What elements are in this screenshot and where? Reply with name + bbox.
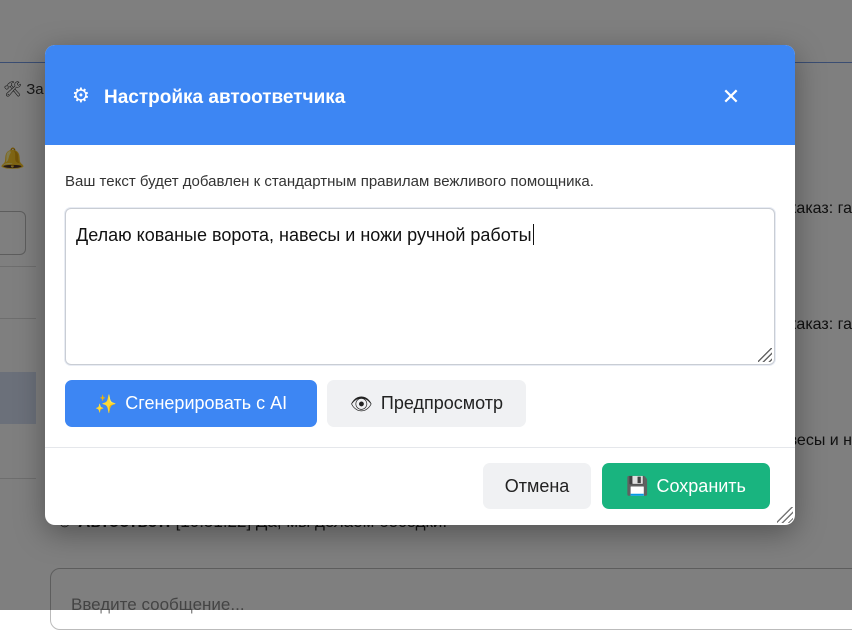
generate-ai-label: Сгенерировать с AI [125,393,288,413]
textarea-resize-handle[interactable] [758,348,772,362]
floppy-disk-icon: 💾 [626,476,649,496]
preview-label: Предпросмотр [380,393,503,413]
autoresponder-settings-modal: ⚙ Настройка автоответчика ✕ Ваш текст бу… [45,45,795,525]
modal-title: Настройка автоответчика [104,87,346,108]
autoresponder-textarea[interactable]: Делаю кованые ворота, навесы и ножи ручн… [65,208,775,365]
eye-icon: 👁 [350,393,373,414]
gear-icon: ⚙ [72,85,90,107]
sparkles-icon: ✨ [94,393,118,414]
modal-header: ⚙ Настройка автоответчика ✕ [45,45,795,145]
close-icon[interactable]: ✕ [715,81,747,113]
cancel-button[interactable]: Отмена [483,463,591,509]
preview-button[interactable]: 👁 Предпросмотр [327,380,526,427]
textarea-value: Делаю кованые ворота, навесы и ножи ручн… [76,224,534,245]
save-label: Сохранить [656,475,746,496]
footer-divider [45,447,795,448]
generate-ai-button[interactable]: ✨ Сгенерировать с AI [65,380,317,427]
text-caret [532,224,534,245]
save-button[interactable]: 💾 Сохранить [602,463,770,509]
modal-resize-handle[interactable] [777,507,793,523]
modal-hint: Ваш текст будет добавлен к стандартным п… [65,173,594,190]
